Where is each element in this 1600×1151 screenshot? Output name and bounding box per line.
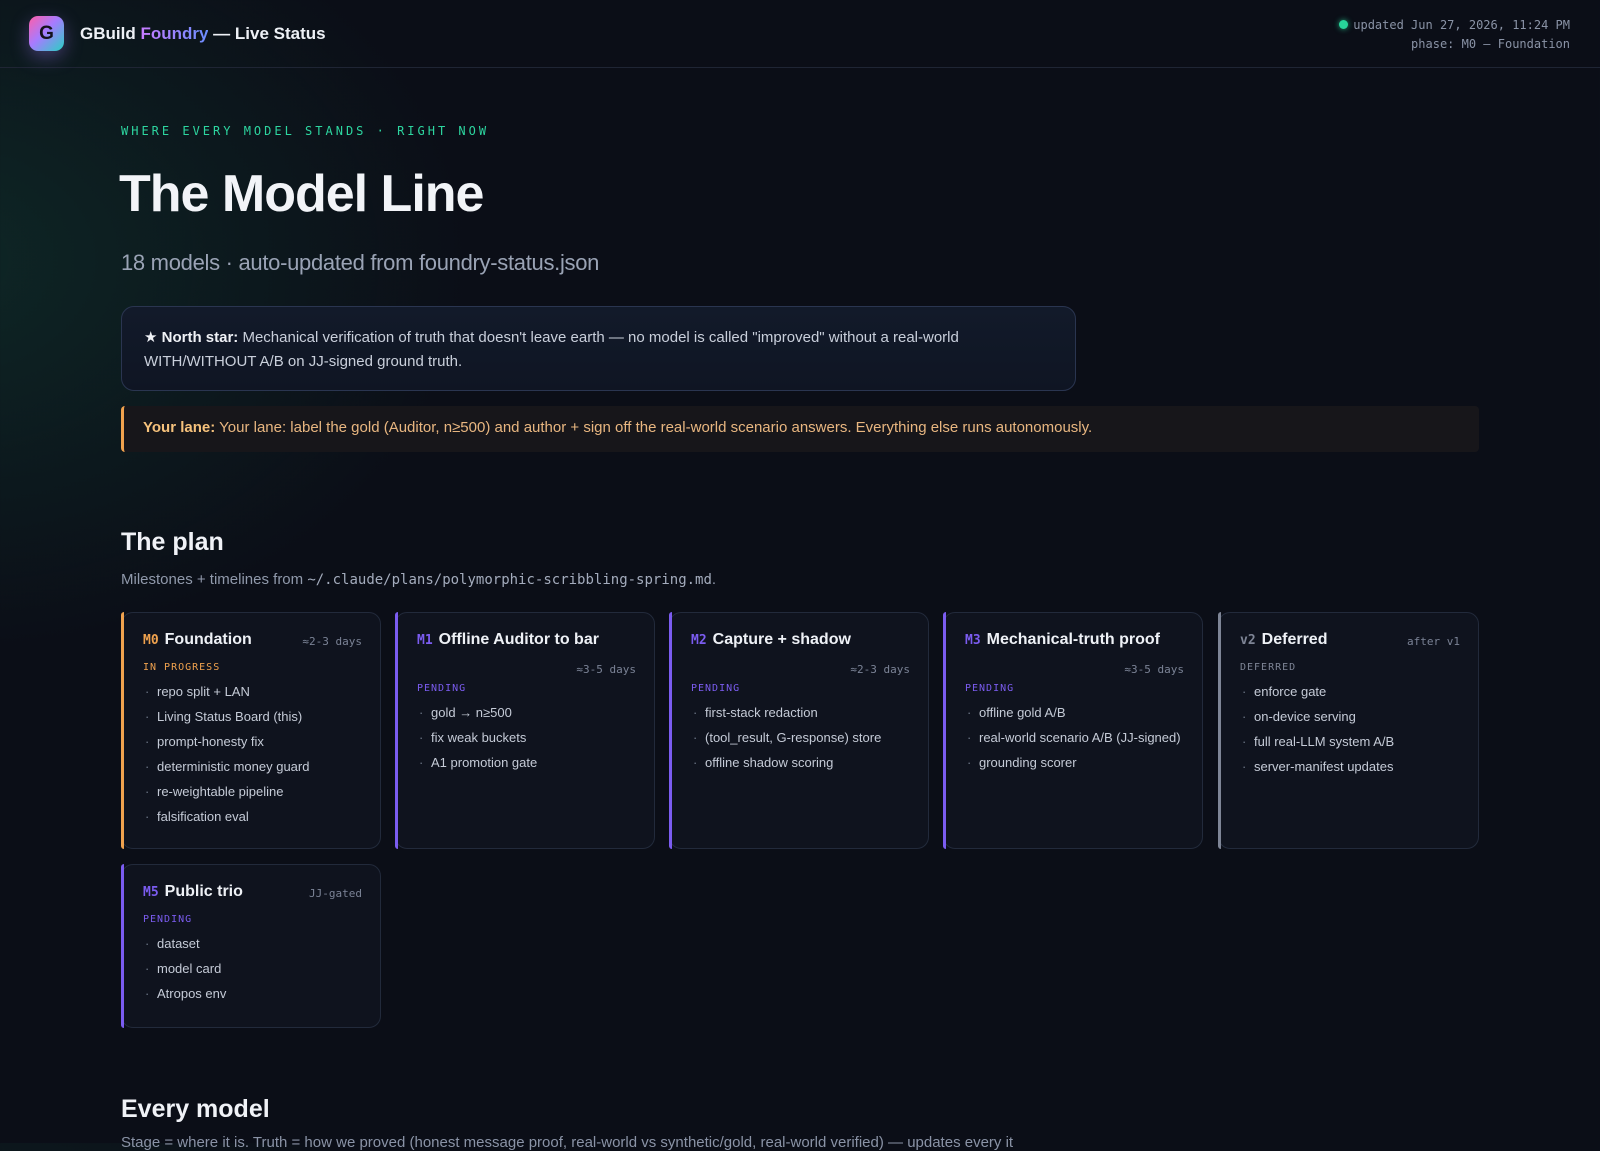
list-item: first-stack redaction [691,703,910,723]
brand-prefix: GBuild [80,24,136,43]
milestone-card-v2[interactable]: v2 Deferred after v1 DEFERRED enforce gat… [1218,612,1479,849]
north-star-label: ★ North star: [144,329,239,346]
list-item: real-world scenario A/B (JJ-signed) [965,728,1184,748]
hero-eyebrow: WHERE EVERY MODEL STANDS · RIGHT NOW [121,124,490,138]
app-logo[interactable]: G [29,16,64,51]
list-item: enforce gate [1240,682,1460,702]
milestone-code: M2 [691,633,707,648]
plan-subtitle: Milestones + timelines from ~/.claude/pl… [121,571,717,588]
list-item: server-manifest updates [1240,757,1460,777]
milestone-state-badge: DEFERRED [1240,662,1297,673]
milestone-title: Mechanical-truth proof [986,631,1160,648]
milestone-duration: ≈2-3 days [850,663,910,676]
milestone-code: M0 [143,633,159,648]
your-lane-callout: Your lane: Your lane: label the gold (Au… [121,406,1479,452]
list-item: dataset [143,934,362,954]
milestone-task-list: first-stack redaction (tool_result, G-re… [691,703,910,773]
list-item: prompt-honesty fix [143,732,362,752]
milestone-title: Public trio [164,883,243,900]
milestone-card-m2[interactable]: M2 Capture + shadow ≈2-3 days PENDING fir… [669,612,929,849]
milestone-state-badge: IN PROGRESS [143,662,221,673]
list-item: offline shadow scoring [691,753,910,773]
milestone-code: M1 [417,633,433,648]
milestone-code: M3 [965,633,981,648]
top-bar: G GBuild Foundry — Live Status updated J… [0,0,1600,68]
milestone-duration: ≈3-5 days [1124,663,1184,676]
milestone-state-badge: PENDING [417,683,467,694]
phase-label: phase: M0 — Foundation [1411,37,1570,51]
milestone-card-m5[interactable]: M5 Public trio JJ-gated PENDING dataset m… [121,864,381,1028]
lane-text: Your lane: label the gold (Auditor, n≥50… [215,419,1093,436]
milestone-card-m0[interactable]: M0 Foundation ≈2-3 days IN PROGRESS repo … [121,612,381,849]
list-item: repo split + LAN [143,682,362,702]
list-item: falsification eval [143,807,362,827]
milestone-duration: after v1 [1407,635,1460,648]
every-model-heading: Every model [121,1095,270,1123]
list-item: (tool_result, G-response) store [691,728,910,748]
list-item: Living Status Board (this) [143,707,362,727]
milestone-task-list: dataset model card Atropos env [143,934,362,1004]
list-item: A1 promotion gate [417,753,636,773]
list-item: re-weightable pipeline [143,782,362,802]
plan-file-path: ~/.claude/plans/polymorphic-scribbling-s… [307,572,712,588]
page-title: The Model Line [119,165,484,223]
live-status-dot-icon [1339,20,1349,29]
app-title: GBuild Foundry — Live Status [80,24,326,44]
milestone-title: Deferred [1261,631,1328,648]
logo-letter: G [39,22,54,44]
milestone-task-list: offline gold A/B real-world scenario A/B… [965,703,1184,773]
milestone-title: Capture + shadow [712,631,851,648]
milestone-state-badge: PENDING [691,683,741,694]
list-item: on-device serving [1240,707,1460,727]
list-item: fix weak buckets [417,728,636,748]
brand-accent: Foundry [140,24,209,43]
list-item: offline gold A/B [965,703,1184,723]
milestone-state-badge: PENDING [965,683,1015,694]
north-star-callout: ★ North star: Mechanical verification of… [121,306,1076,391]
updated-timestamp: updated Jun 27, 2026, 11:24 PM [1353,18,1570,32]
page-subtitle: 18 models · auto-updated from foundry-st… [121,250,600,275]
milestone-title: Offline Auditor to bar [438,631,599,648]
milestone-code: v2 [1240,633,1256,648]
lane-label: Your lane: [143,419,216,436]
list-item: full real-LLM system A/B [1240,732,1460,752]
list-item: deterministic money guard [143,757,362,777]
milestone-code: M5 [143,885,159,900]
brand-suffix: — Live Status [208,24,326,43]
list-item: grounding scorer [965,753,1184,773]
milestone-duration: ≈3-5 days [576,663,636,676]
milestone-task-list: repo split + LAN Living Status Board (th… [143,682,362,827]
milestone-card-m3[interactable]: M3 Mechanical-truth proof ≈3-5 days PENDI… [943,612,1203,849]
list-item: gold → n≥500 [417,703,636,723]
milestone-task-list: gold → n≥500 fix weak buckets A1 promoti… [417,703,636,773]
plan-heading: The plan [121,528,224,556]
milestone-card-m1[interactable]: M1 Offline Auditor to bar ≈3-5 days PENDI… [395,612,655,849]
list-item: Atropos env [143,984,362,1004]
milestone-duration: JJ-gated [309,887,362,900]
north-star-text: Mechanical verification of truth that do… [144,329,959,370]
list-item: model card [143,959,362,979]
milestone-title: Foundation [164,631,252,648]
milestone-duration: ≈2-3 days [302,635,362,648]
milestone-task-list: enforce gate on-device serving full real… [1240,682,1460,777]
milestone-state-badge: PENDING [143,914,193,925]
update-status: updated Jun 27, 2026, 11:24 PM phase: M0… [1339,16,1570,54]
